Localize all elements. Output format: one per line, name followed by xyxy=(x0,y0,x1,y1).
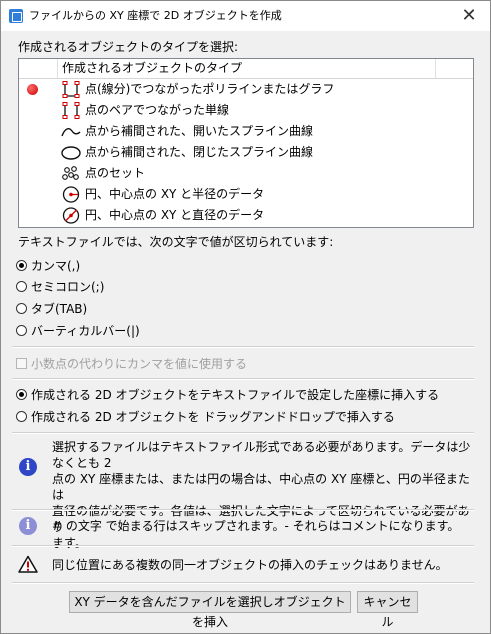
radio-semicolon-label[interactable]: セミコロン(;) xyxy=(31,277,104,297)
decimal-comma-checkbox-label[interactable]: 小数点の代わりにカンマを値に使用する xyxy=(31,354,247,374)
list-item-label: 点から補間された、開いたスプライン曲線 xyxy=(85,124,314,138)
closed-spline-icon xyxy=(61,146,81,160)
polyline-icon xyxy=(62,81,80,98)
radio-semicolon-button[interactable] xyxy=(16,281,27,292)
radio-tab-label[interactable]: タブ(TAB) xyxy=(31,299,87,319)
radio-insert-at-coordinates-label[interactable]: 作成される 2D オブジェクトをテキストファイルで設定した座標に挿入する xyxy=(31,385,439,405)
note-line: 選択するファイルはテキストファイル形式である必要があります。データは少なくとも … xyxy=(52,440,471,470)
list-item-label: 点のセット xyxy=(85,166,146,180)
decimal-comma-checkbox-box[interactable] xyxy=(16,358,27,369)
radio-vertical-bar-button[interactable] xyxy=(16,325,27,336)
list-item-label: 点のペアでつながった単線 xyxy=(85,103,230,117)
divider xyxy=(12,432,474,434)
list-item-label: 点(線分)でつながったポリラインまたはグラフ xyxy=(85,82,335,96)
list-item-circle-radius[interactable]: 円、中心点の XY と半径のデータ xyxy=(19,184,473,205)
radio-insert-drag-drop-label[interactable]: 作成される 2D オブジェクトを ドラッグアンドドロップで挿入する xyxy=(31,407,395,427)
header-selection-column[interactable] xyxy=(19,59,58,78)
open-spline-icon xyxy=(61,128,81,137)
single-line-icon xyxy=(62,102,80,119)
radio-comma-button[interactable] xyxy=(16,260,27,271)
list-item-single-line[interactable]: 点のペアでつながった単線 xyxy=(19,100,473,121)
separator-section-label: テキストファイルでは、次の文字で値が区切られています: xyxy=(18,235,334,249)
dialog-window: ファイルからの XY 座標で 2D オブジェクトを作成 ✕ 作成されるオブジェク… xyxy=(0,0,491,634)
file-format-note: 選択するファイルはテキストファイル形式である必要があります。データは少なくとも … xyxy=(52,439,472,551)
header-type-column[interactable]: 作成されるオブジェクトのタイプ xyxy=(58,59,436,78)
info-icon: i xyxy=(19,458,37,476)
divider xyxy=(12,582,474,584)
object-type-section-label: 作成されるオブジェクトのタイプを選択: xyxy=(18,40,239,54)
close-button[interactable]: ✕ xyxy=(456,4,482,28)
circle-diameter-icon xyxy=(62,207,80,224)
list-item-label: 円、中心点の XY と半径のデータ xyxy=(85,187,265,201)
radio-tab-button[interactable] xyxy=(16,303,27,314)
selected-indicator-icon xyxy=(27,84,38,95)
point-set-icon xyxy=(62,166,79,180)
list-item-point-set[interactable]: 点のセット xyxy=(19,163,473,184)
title-bar: ファイルからの XY 座標で 2D オブジェクトを作成 ✕ xyxy=(1,1,490,31)
info-icon: i xyxy=(19,517,37,535)
list-item-closed-spline[interactable]: 点から補間された、閉じたスプライン曲線 xyxy=(19,142,473,163)
list-item-label: 点から補間された、閉じたスプライン曲線 xyxy=(85,145,314,159)
list-item-label: 円、中心点の XY と直径のデータ xyxy=(85,208,265,222)
list-item-open-spline[interactable]: 点から補間された、開いたスプライン曲線 xyxy=(19,121,473,142)
duplicate-check-note: 同じ位置にある複数の同一オブジェクトの挿入のチェックはありません。 xyxy=(52,558,448,572)
note-line: 点の XY 座標または、または円の場合は、中心点の XY 座標と、円の半径または xyxy=(52,472,470,502)
cancel-button[interactable]: キャンセル xyxy=(357,591,418,629)
window-title: ファイルからの XY 座標で 2D オブジェクトを作成 xyxy=(29,9,282,22)
warning-icon xyxy=(18,555,38,573)
radio-comma-label[interactable]: カンマ(,) xyxy=(31,256,80,276)
radio-insert-drag-drop-button[interactable] xyxy=(16,411,27,422)
insert-from-file-button[interactable]: XY データを含んだファイルを選択しオブジェクトを挿入 xyxy=(69,591,351,629)
list-item-polyline[interactable]: 点(線分)でつながったポリラインまたはグラフ xyxy=(19,79,473,100)
divider xyxy=(12,378,474,380)
list-header: 作成されるオブジェクトのタイプ xyxy=(19,59,473,79)
comment-note: # の文字 で始まる行はスキップされます。- それらはコメントになります。 xyxy=(52,519,460,533)
divider xyxy=(12,509,474,511)
radio-insert-at-coordinates-button[interactable] xyxy=(16,389,27,400)
radio-vertical-bar-label[interactable]: バーティカルバー(|) xyxy=(31,321,140,341)
object-type-list[interactable]: 作成されるオブジェクトのタイプ 点(線分)でつながったポリラインまたはグラフ 点… xyxy=(18,58,474,228)
circle-radius-icon xyxy=(62,186,80,203)
divider xyxy=(12,346,474,348)
app-icon xyxy=(9,9,23,23)
note-line: ます。 xyxy=(52,536,87,550)
list-item-circle-diameter[interactable]: 円、中心点の XY と直径のデータ xyxy=(19,205,473,226)
divider xyxy=(12,545,474,547)
